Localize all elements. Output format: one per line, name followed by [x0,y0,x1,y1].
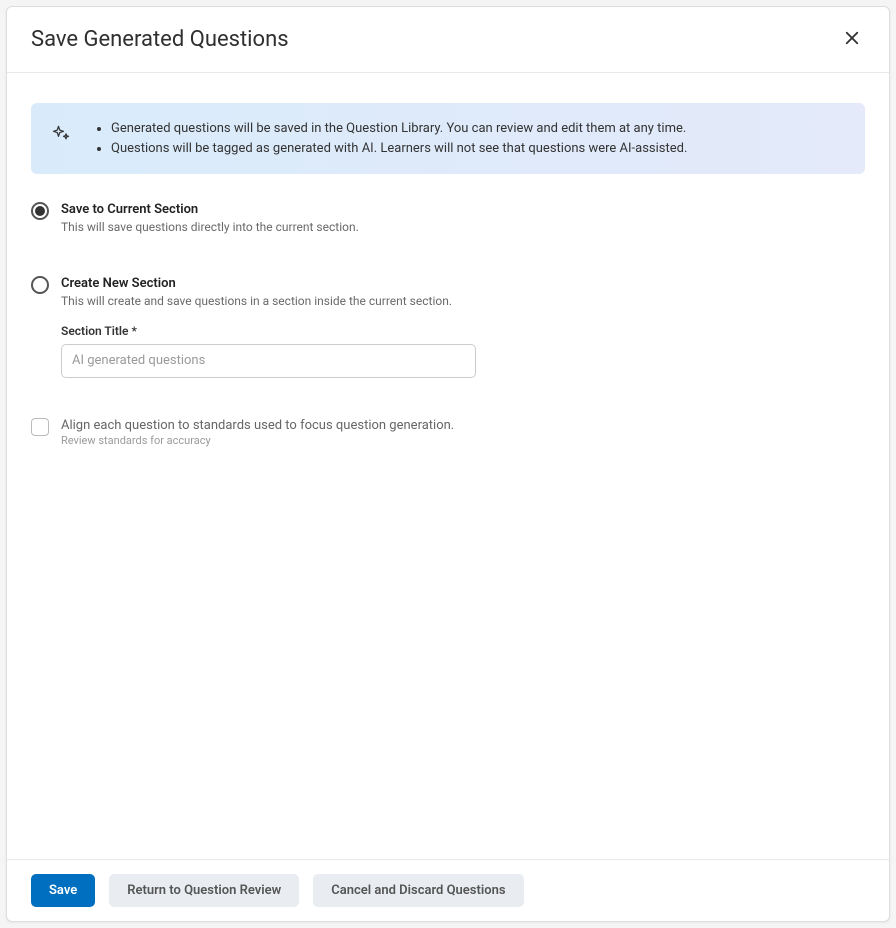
section-title-field: Section Title * [61,324,865,378]
info-bullet-list: Generated questions will be saved in the… [87,119,687,158]
radio-description: This will save questions directly into t… [61,219,865,236]
info-banner: Generated questions will be saved in the… [31,103,865,174]
return-button[interactable]: Return to Question Review [109,874,299,907]
info-bullet: Generated questions will be saved in the… [111,119,687,139]
info-bullet: Questions will be tagged as generated wi… [111,139,687,159]
radio-create-new[interactable] [31,276,49,294]
radio-label-block: Create New Section This will create and … [61,276,865,378]
save-button[interactable]: Save [31,874,95,907]
radio-title: Save to Current Section [61,202,865,217]
section-title-label: Section Title * [61,324,865,338]
sparkle-icon [51,123,71,147]
radio-title: Create New Section [61,276,865,291]
checkbox-title: Align each question to standards used to… [61,418,865,433]
radio-label-block: Save to Current Section This will save q… [61,202,865,236]
checkbox-option-align[interactable]: Align each question to standards used to… [31,418,865,447]
save-options-group: Save to Current Section This will save q… [31,202,865,447]
checkbox-description: Review standards for accuracy [61,434,865,447]
checkbox-align-standards[interactable] [31,418,49,436]
dialog-title: Save Generated Questions [31,27,289,52]
dialog-footer: Save Return to Question Review Cancel an… [7,859,889,921]
close-button[interactable] [839,25,865,54]
cancel-button[interactable]: Cancel and Discard Questions [313,874,523,907]
radio-option-create-new[interactable]: Create New Section This will create and … [31,276,865,378]
close-icon [843,29,861,50]
dialog-body: Generated questions will be saved in the… [7,73,889,859]
checkbox-label-block: Align each question to standards used to… [61,418,865,447]
save-questions-dialog: Save Generated Questions Generated quest… [6,6,890,922]
dialog-header: Save Generated Questions [7,7,889,73]
radio-option-save-current[interactable]: Save to Current Section This will save q… [31,202,865,236]
section-title-input[interactable] [61,344,476,378]
radio-save-current[interactable] [31,202,49,220]
radio-description: This will create and save questions in a… [61,293,865,310]
